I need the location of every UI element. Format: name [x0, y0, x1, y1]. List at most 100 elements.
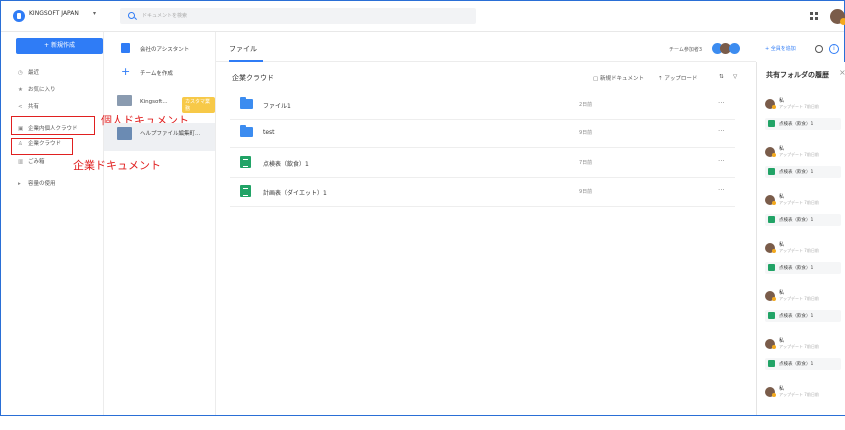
user-avatar[interactable] — [830, 9, 845, 25]
avatar — [765, 387, 776, 397]
org-name[interactable]: KINGSOFT JAPAN — [29, 10, 79, 17]
spreadsheet-icon — [768, 216, 775, 223]
history-file[interactable]: 点検表（飲食）1 — [765, 118, 841, 130]
history-entry[interactable]: 私アップデート 7前日前 点検表（飲食）1 — [765, 336, 845, 382]
spreadsheet-icon — [768, 312, 775, 319]
highlight-personal-box — [11, 116, 95, 135]
team-item-label: Kingsoft... — [140, 99, 168, 105]
history-action: アップデート 7前日前 — [779, 248, 819, 253]
history-file-name: 点検表（飲食）1 — [779, 266, 814, 271]
sidebar-item-0[interactable]: ◷ 最近 — [18, 68, 39, 76]
chevron-down-icon[interactable]: ▾ — [93, 10, 96, 17]
spreadsheet-icon — [768, 168, 775, 175]
history-entry[interactable]: 私アップデート 7前日前 — [765, 384, 845, 430]
plus-icon: + — [121, 65, 131, 78]
search-input[interactable]: ドキュメントを検索 — [120, 8, 476, 24]
file-row[interactable]: test 9日前 ··· — [230, 119, 735, 148]
close-icon[interactable]: × — [839, 68, 845, 77]
history-file-name: 点検表（飲食）1 — [779, 218, 814, 223]
sidebar-item-5[interactable]: ▥ ごみ箱 — [18, 157, 45, 165]
file-row[interactable]: 点検表（飲食）1 7日前 ··· — [230, 149, 735, 178]
file-name: 計画表（ダイエット）1 — [263, 190, 327, 197]
more-options-icon[interactable]: ··· — [718, 99, 725, 107]
history-file[interactable]: 点検表（飲食）1 — [765, 166, 841, 178]
history-action: アップデート 7前日前 — [779, 104, 819, 109]
sidebar-item-label: 最近 — [28, 70, 40, 76]
expand-icon: ▸ — [18, 181, 21, 187]
avatar — [765, 147, 776, 157]
new-document-button[interactable]: ▢ 新規ドキュメント — [593, 74, 644, 82]
team-tag-badge: カスタマ業務 — [182, 97, 215, 113]
history-entry[interactable]: 私アップデート 7前日前 点検表（飲食）1 — [765, 240, 845, 286]
more-options-icon[interactable]: ··· — [718, 127, 725, 135]
history-file-name: 点検表（飲食）1 — [779, 362, 814, 367]
share-icon: < — [18, 104, 23, 110]
history-user: 私 — [779, 146, 785, 152]
file-row[interactable]: ファイル1 2日前 ··· — [230, 91, 735, 120]
history-action: アップデート 7前日前 — [779, 296, 819, 301]
member-avatar[interactable] — [729, 43, 740, 54]
team-item-label: チームを作成 — [140, 71, 173, 77]
history-file[interactable]: 点検表（飲食）1 — [765, 262, 841, 274]
team-item-create[interactable]: + チームを作成 — [104, 62, 215, 84]
history-file[interactable]: 点検表（飲食）1 — [765, 358, 841, 370]
history-action: アップデート 7前日前 — [779, 392, 819, 397]
file-name: test — [263, 129, 275, 136]
apps-grid-icon[interactable] — [810, 12, 818, 20]
history-file-name: 点検表（飲食）1 — [779, 122, 814, 127]
add-member-button[interactable]: + 全員を追加 — [765, 45, 796, 52]
tab-files[interactable]: ファイル — [229, 44, 257, 54]
team-avatar-icon — [117, 127, 132, 140]
search-placeholder: ドキュメントを検索 — [142, 13, 188, 19]
history-action: アップデート 7前日前 — [779, 344, 819, 349]
spreadsheet-icon — [768, 264, 775, 271]
avatar — [765, 339, 776, 349]
upload-button[interactable]: ⇡ アップロード — [658, 74, 697, 82]
history-entry[interactable]: 私アップデート 7前日前 点検表（飲食）1 — [765, 144, 845, 190]
team-item-assistant[interactable]: 会社のアシスタント — [104, 38, 215, 60]
panel-title: 共有フォルダの履歴 — [766, 71, 829, 79]
history-entry[interactable]: 私アップデート 7前日前 点検表（飲食）1 — [765, 288, 845, 334]
file-row[interactable]: 計画表（ダイエット）1 9日前 ··· — [230, 178, 735, 207]
more-options-icon[interactable]: ··· — [718, 157, 725, 165]
file-date: 7日前 — [579, 160, 593, 166]
history-user: 私 — [779, 242, 785, 248]
history-user: 私 — [779, 386, 785, 392]
file-date: 2日前 — [579, 102, 593, 108]
info-icon[interactable]: i — [829, 44, 839, 54]
file-name: 点検表（飲食）1 — [263, 161, 309, 168]
sidebar-item-label: お気に入り — [28, 87, 56, 93]
history-action: アップデート 7前日前 — [779, 152, 819, 157]
more-options-icon[interactable]: ··· — [718, 186, 725, 194]
filter-icon[interactable]: ▽ — [733, 74, 737, 80]
sidebar-item-2[interactable]: < 共有 — [18, 102, 39, 110]
file-date: 9日前 — [579, 189, 593, 195]
search-icon — [128, 12, 135, 19]
star-icon: ★ — [18, 87, 23, 93]
sidebar-item-label: 共有 — [28, 104, 40, 110]
clock-icon: ◷ — [18, 70, 23, 76]
members-count[interactable]: チーム参加者3 — [669, 46, 702, 53]
team-column: 会社のアシスタント + チームを作成 Kingsoft... カスタマ業務 ヘル… — [104, 32, 216, 415]
file-date: 9日前 — [579, 130, 593, 136]
new-doc-icon: ▢ — [593, 76, 600, 82]
top-bar: KINGSOFT JAPAN ▾ ドキュメントを検索 — [1, 1, 845, 32]
history-entry[interactable]: 私アップデート 7前日前 点検表（飲食）1 — [765, 96, 845, 142]
avatar — [765, 243, 776, 253]
history-entry[interactable]: 私アップデート 7前日前 点検表（飲食）1 — [765, 192, 845, 238]
history-file[interactable]: 点検表（飲食）1 — [765, 214, 841, 226]
sidebar-item-label: ごみ箱 — [28, 159, 45, 165]
team-item-kingsoft[interactable]: Kingsoft... カスタマ業務 — [104, 92, 215, 114]
shared-history-panel: 共有フォルダの履歴 × 私アップデート 7前日前 点検表（飲食）1 私アップデート … — [756, 62, 845, 415]
settings-icon[interactable] — [815, 45, 823, 53]
kingsoft-logo-icon — [13, 10, 25, 22]
new-create-button[interactable]: + 新規作成 — [16, 38, 103, 54]
history-file[interactable]: 点検表（飲食）1 — [765, 310, 841, 322]
sidebar-item-1[interactable]: ★ お気に入り — [18, 85, 56, 93]
sidebar-item-6[interactable]: ▸ 容量の使用 — [18, 179, 56, 187]
sort-icon[interactable]: ⇅ — [719, 74, 724, 80]
sidebar-item-label: 容量の使用 — [28, 181, 56, 187]
history-file-name: 点検表（飲食）1 — [779, 170, 814, 175]
team-item-help[interactable]: ヘルプファイル編集町... — [104, 123, 215, 151]
section-title: 企業クラウド — [232, 74, 274, 82]
